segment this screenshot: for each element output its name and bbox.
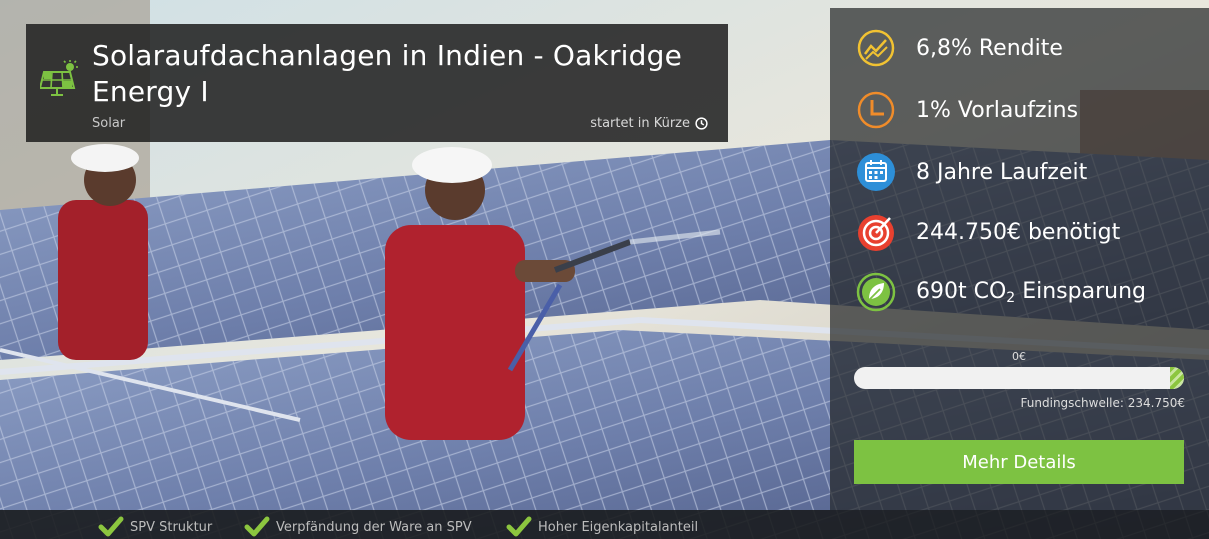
kpi-term-text: 8 Jahre Laufzeit bbox=[916, 159, 1088, 185]
check-icon bbox=[506, 516, 532, 537]
feature-item: Verpfändung der Ware an SPV bbox=[244, 516, 472, 538]
kpi-co2-savings: 690t CO2 Einsparung bbox=[856, 270, 1146, 314]
kpi-advance-interest: 1% Vorlaufzins bbox=[856, 88, 1078, 132]
funding-threshold: Fundingschwelle: 234.750€ bbox=[1020, 396, 1185, 410]
funding-progress-knob bbox=[1170, 367, 1184, 389]
check-icon bbox=[244, 516, 270, 537]
feature-label: SPV Struktur bbox=[130, 519, 213, 535]
clock-icon bbox=[695, 117, 708, 130]
feature-item: Hoher Eigenkapitalanteil bbox=[506, 516, 698, 538]
kpi-amount-needed: 244.750€ benötigt bbox=[856, 210, 1120, 254]
feature-bar: SPV Struktur Verpfändung der Ware an SPV… bbox=[0, 510, 1209, 539]
project-title[interactable]: Solaraufdachanlagen in Indien - Oakridge… bbox=[92, 38, 712, 110]
project-header: Solaraufdachanlagen in Indien - Oakridge… bbox=[26, 24, 728, 142]
solar-panel-icon bbox=[40, 60, 78, 96]
project-category: Solar bbox=[92, 116, 126, 131]
kpi-term: 8 Jahre Laufzeit bbox=[856, 150, 1087, 194]
more-details-button[interactable]: Mehr Details bbox=[854, 440, 1184, 484]
leaf-icon bbox=[856, 272, 896, 312]
kpi-amount-needed-text: 244.750€ benötigt bbox=[916, 219, 1121, 245]
kpi-advance-interest-text: 1% Vorlaufzins bbox=[916, 97, 1079, 123]
clock-icon bbox=[857, 91, 895, 129]
funding-current: 0€ bbox=[1012, 350, 1026, 363]
funding-progress-bar bbox=[854, 367, 1184, 389]
status-label: startet in Kürze bbox=[590, 116, 690, 131]
feature-label: Hoher Eigenkapitalanteil bbox=[538, 519, 699, 535]
feature-item: SPV Struktur bbox=[98, 516, 212, 538]
project-status: startet in Kürze bbox=[590, 116, 708, 131]
project-facts-panel: 6,8% Rendite 1% Vorlaufzins 8 Jahre Lauf… bbox=[830, 8, 1209, 510]
target-icon bbox=[858, 215, 894, 251]
yield-chart-icon bbox=[857, 29, 895, 67]
kpi-yield-text: 6,8% Rendite bbox=[916, 35, 1063, 61]
check-icon bbox=[98, 516, 124, 537]
kpi-yield: 6,8% Rendite bbox=[856, 26, 1063, 70]
project-card[interactable]: Solaraufdachanlagen in Indien - Oakridge… bbox=[0, 0, 1209, 539]
feature-label: Verpfändung der Ware an SPV bbox=[276, 519, 472, 535]
calendar-icon bbox=[857, 153, 895, 191]
kpi-co2-savings-text: 690t CO2 Einsparung bbox=[916, 278, 1146, 306]
